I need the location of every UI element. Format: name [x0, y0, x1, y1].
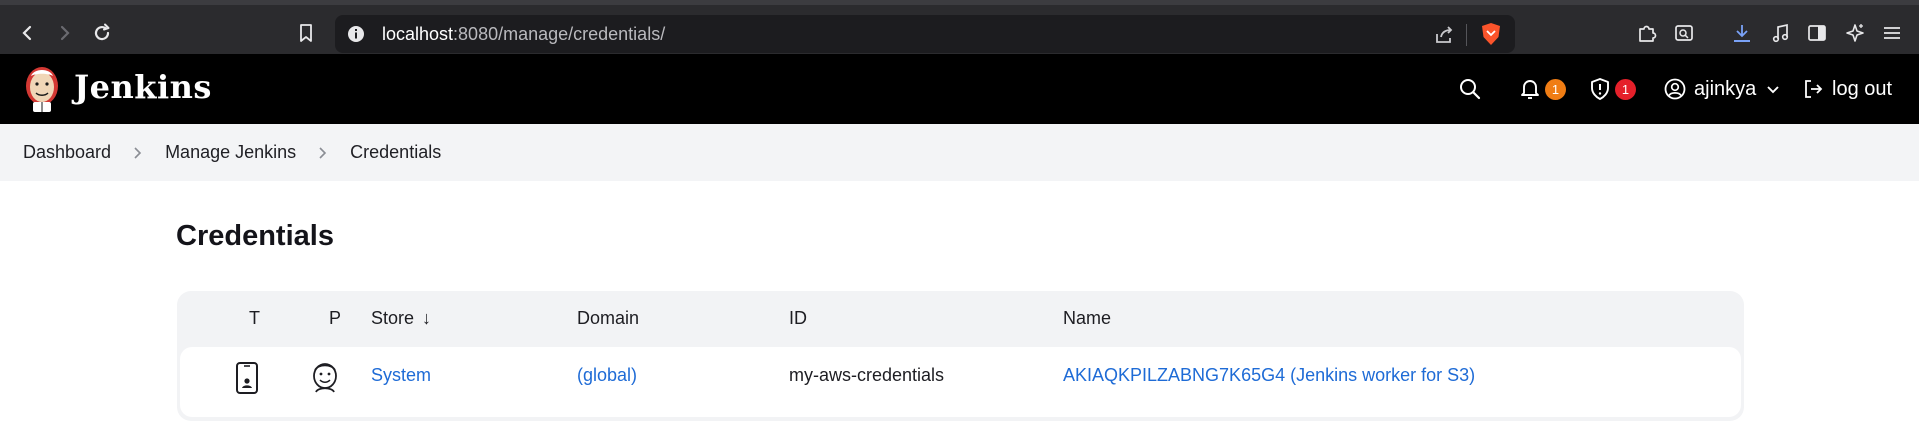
sort-arrow-down-icon: ↓	[422, 308, 432, 328]
url-path: :8080/manage/credentials/	[453, 24, 666, 44]
credential-id: my-aws-credentials	[789, 365, 945, 385]
menu-button[interactable]	[1878, 19, 1906, 47]
chevron-left-icon	[22, 25, 32, 41]
download-icon	[1734, 25, 1750, 42]
url-divider	[1466, 24, 1467, 46]
search-button[interactable]	[1458, 76, 1482, 102]
logout-button[interactable]: log out	[1802, 76, 1892, 102]
credentials-table: T P Store ↓ Domain ID Name System (globa…	[177, 291, 1744, 421]
sidebar-icon	[1808, 25, 1826, 41]
browser-toolbar: localhost:8080/manage/credentials/	[0, 0, 1919, 54]
brave-shield-icon[interactable]	[1480, 22, 1502, 46]
downloads-button[interactable]	[1728, 19, 1756, 47]
logout-label: log out	[1832, 77, 1893, 100]
breadcrumb: Dashboard Manage Jenkins Credentials	[0, 124, 1919, 181]
forward-button[interactable]	[50, 19, 78, 47]
sidebar-button[interactable]	[1803, 19, 1831, 47]
chevron-right-icon	[60, 25, 70, 41]
domain-link[interactable]: (global)	[577, 365, 637, 386]
username-label: ajinkya	[1694, 77, 1757, 100]
column-header-id[interactable]: ID	[789, 308, 807, 329]
jenkins-provider-icon	[313, 363, 337, 393]
url-host: localhost	[382, 24, 454, 44]
notifications-badge: 1	[1545, 78, 1566, 100]
mobile-device-icon	[236, 362, 258, 394]
window-search-icon	[1675, 25, 1693, 41]
extensions-button[interactable]	[1633, 19, 1661, 47]
column-header-t[interactable]: T	[249, 308, 260, 329]
column-header-p[interactable]: P	[329, 308, 341, 329]
media-button[interactable]	[1767, 19, 1795, 47]
search-icon	[1460, 79, 1481, 100]
hamburger-icon	[1884, 27, 1900, 39]
info-icon	[348, 26, 364, 42]
security-badge: 1	[1615, 78, 1636, 100]
breadcrumb-dashboard[interactable]: Dashboard	[23, 142, 111, 163]
app-title[interactable]: Jenkins	[74, 68, 212, 106]
page-title: Credentials	[176, 220, 334, 252]
tab-search-button[interactable]	[1670, 19, 1698, 47]
breadcrumb-credentials[interactable]: Credentials	[350, 142, 441, 163]
column-header-store[interactable]: Store ↓	[371, 308, 431, 329]
column-header-store-label: Store	[371, 308, 415, 328]
store-link[interactable]: System	[371, 365, 431, 386]
leo-ai-button[interactable]	[1841, 19, 1869, 47]
address-bar[interactable]: localhost:8080/manage/credentials/	[335, 15, 1515, 53]
sparkle-icon	[1846, 24, 1864, 42]
url-text: localhost:8080/manage/credentials/	[382, 24, 665, 45]
chevron-right-icon	[318, 146, 328, 160]
chevron-right-icon	[133, 146, 143, 160]
back-button[interactable]	[14, 19, 42, 47]
column-header-name[interactable]: Name	[1063, 308, 1111, 329]
jenkins-logo-icon[interactable]	[22, 62, 62, 114]
share-icon[interactable]	[1433, 24, 1455, 46]
music-note-icon	[1772, 23, 1789, 43]
credential-name-link[interactable]: AKIAQKPILZABNG7K65G4 (Jenkins worker for…	[1063, 365, 1475, 386]
bookmark-button[interactable]	[292, 19, 320, 47]
notifications-button[interactable]: 1	[1519, 76, 1566, 102]
jenkins-header: Jenkins 1 1 ajinkya log out	[0, 54, 1919, 124]
bell-icon	[1521, 80, 1539, 99]
logout-icon	[1805, 80, 1823, 98]
user-menu[interactable]: ajinkya	[1664, 76, 1780, 102]
reload-icon	[94, 23, 110, 41]
column-header-domain[interactable]: Domain	[577, 308, 639, 329]
chevron-down-icon	[1767, 86, 1779, 94]
reload-button[interactable]	[88, 19, 116, 47]
breadcrumb-manage-jenkins[interactable]: Manage Jenkins	[165, 142, 296, 163]
bookmark-icon	[300, 24, 312, 42]
puzzle-icon	[1639, 25, 1657, 42]
user-circle-icon	[1664, 78, 1686, 100]
security-button[interactable]: 1	[1589, 76, 1636, 102]
shield-alert-icon	[1591, 78, 1609, 100]
